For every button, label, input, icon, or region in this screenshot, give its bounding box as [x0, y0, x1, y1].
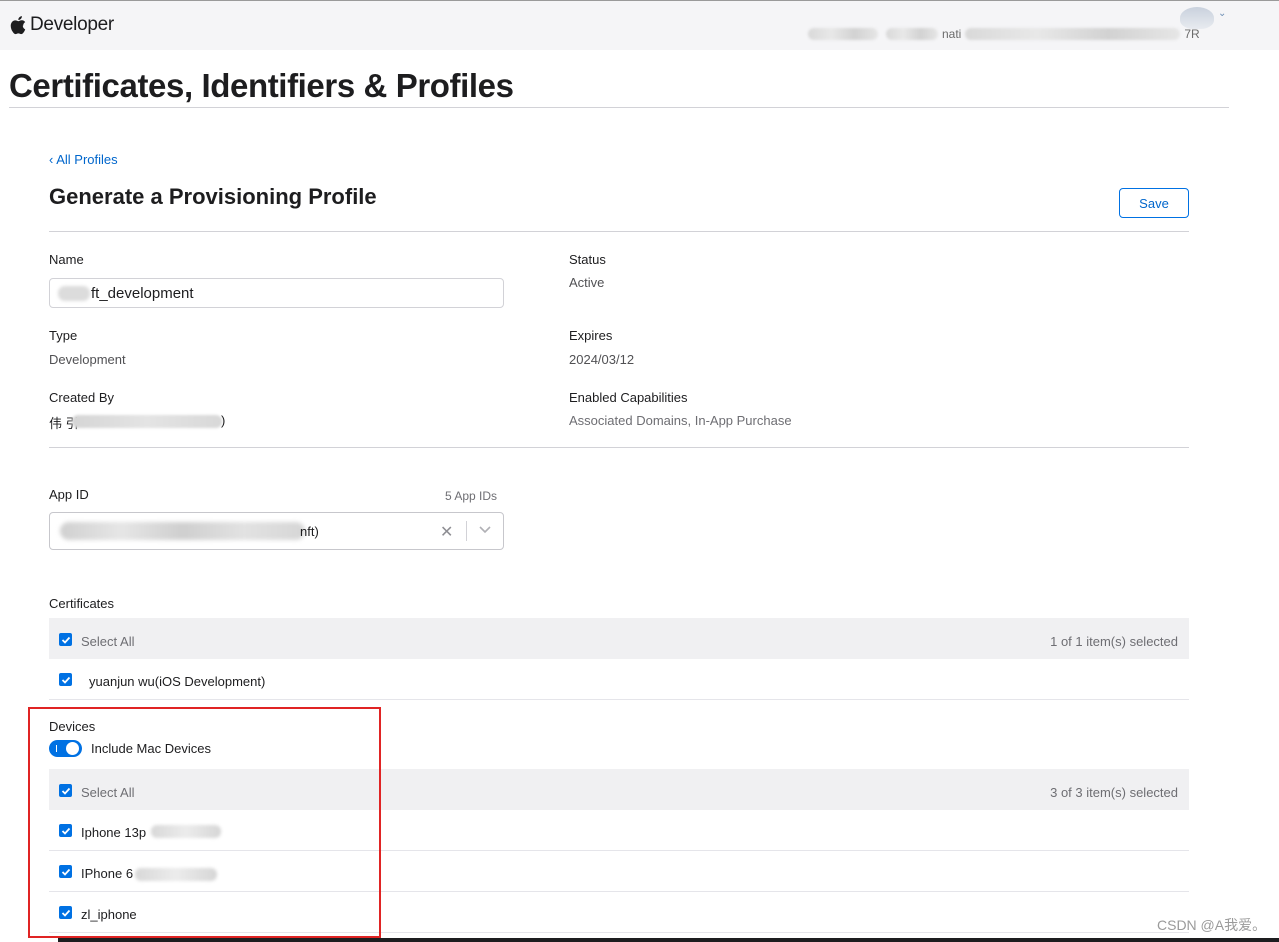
type-value: Development: [49, 352, 126, 367]
clear-icon[interactable]: ✕: [440, 522, 453, 542]
page-title: Certificates, Identifiers & Profiles: [9, 67, 514, 104]
redacted-text: [72, 415, 222, 428]
header-divider: [49, 231, 1189, 232]
team-name: nati 7R: [808, 27, 1218, 41]
select-all-label: Select All: [81, 634, 135, 649]
capabilities-value: Associated Domains, In-App Purchase: [569, 413, 792, 428]
devices-label: Devices: [49, 719, 96, 734]
chevron-down-icon[interactable]: [478, 522, 492, 536]
app-id-value: nft): [300, 524, 319, 539]
device-checkbox[interactable]: [59, 906, 72, 919]
certificate-checkbox[interactable]: [59, 673, 72, 686]
title-divider: [9, 107, 1229, 108]
created-by-suffix: ): [221, 413, 226, 428]
developer-brand[interactable]: Developer: [10, 14, 114, 36]
type-label: Type: [49, 328, 78, 343]
section-title: Generate a Provisioning Profile: [49, 184, 377, 209]
top-nav-bar: Developer ⌄ nati 7R: [0, 0, 1279, 50]
expires-value: 2024/03/12: [569, 352, 635, 367]
table-row[interactable]: Iphone 13p: [49, 810, 1189, 851]
profile-name-input[interactable]: ft_development: [49, 278, 504, 308]
app-id-label: App ID: [49, 487, 89, 502]
device-checkbox[interactable]: [59, 824, 72, 837]
name-label: Name: [49, 252, 84, 267]
app-id-select[interactable]: nft) ✕: [49, 512, 504, 550]
app-id-count: 5 App IDs: [445, 489, 498, 503]
select-divider: [466, 521, 467, 541]
table-row[interactable]: yuanjun wu(iOS Development): [49, 659, 1189, 700]
status-label: Status: [569, 252, 606, 267]
select-all-certificates-checkbox[interactable]: [59, 633, 72, 646]
brand-name: Developer: [30, 14, 114, 35]
apple-logo-icon: [10, 16, 26, 35]
save-button[interactable]: Save: [1119, 188, 1189, 218]
table-row[interactable]: zl_iphone: [49, 892, 1189, 933]
chevron-down-icon[interactable]: ⌄: [1218, 8, 1226, 19]
account-menu[interactable]: ⌄ nati 7R: [808, 7, 1228, 47]
select-all-devices-checkbox[interactable]: [59, 784, 72, 797]
certificates-header: Select All 1 of 1 item(s) selected: [49, 618, 1189, 659]
team-name-fragment: nati: [942, 27, 962, 41]
devices-count: 3 of 3 item(s) selected: [1050, 785, 1178, 800]
details-divider: [49, 447, 1189, 448]
table-row[interactable]: IPhone 6: [49, 851, 1189, 892]
include-mac-toggle[interactable]: [49, 740, 82, 757]
all-profiles-link[interactable]: ‹ All Profiles: [49, 152, 118, 167]
created-by-label: Created By: [49, 390, 115, 405]
certificates-label: Certificates: [49, 596, 115, 611]
redacted-text: [60, 522, 305, 540]
capabilities-label: Enabled Capabilities: [569, 390, 688, 405]
status-value: Active: [569, 275, 605, 290]
redacted-text: [135, 868, 217, 881]
device-checkbox[interactable]: [59, 865, 72, 878]
include-mac-label: Include Mac Devices: [91, 741, 211, 756]
avatar[interactable]: [1180, 7, 1214, 29]
select-all-label: Select All: [81, 785, 135, 800]
bottom-edge: [58, 938, 1279, 942]
team-id-fragment: 7R: [1184, 27, 1200, 41]
expires-label: Expires: [569, 328, 613, 343]
device-name: IPhone 6: [81, 866, 134, 881]
certificates-count: 1 of 1 item(s) selected: [1050, 634, 1178, 649]
redacted-text: [58, 286, 90, 301]
device-name: zl_iphone: [81, 907, 137, 922]
device-name: Iphone 13p: [81, 825, 147, 840]
profile-name-value: ft_development: [91, 285, 194, 302]
redacted-text: [151, 825, 221, 838]
devices-header: Select All 3 of 3 item(s) selected: [49, 769, 1189, 810]
certificate-name: yuanjun wu(iOS Development): [89, 674, 266, 689]
watermark: CSDN @A我爱。: [1157, 917, 1267, 933]
